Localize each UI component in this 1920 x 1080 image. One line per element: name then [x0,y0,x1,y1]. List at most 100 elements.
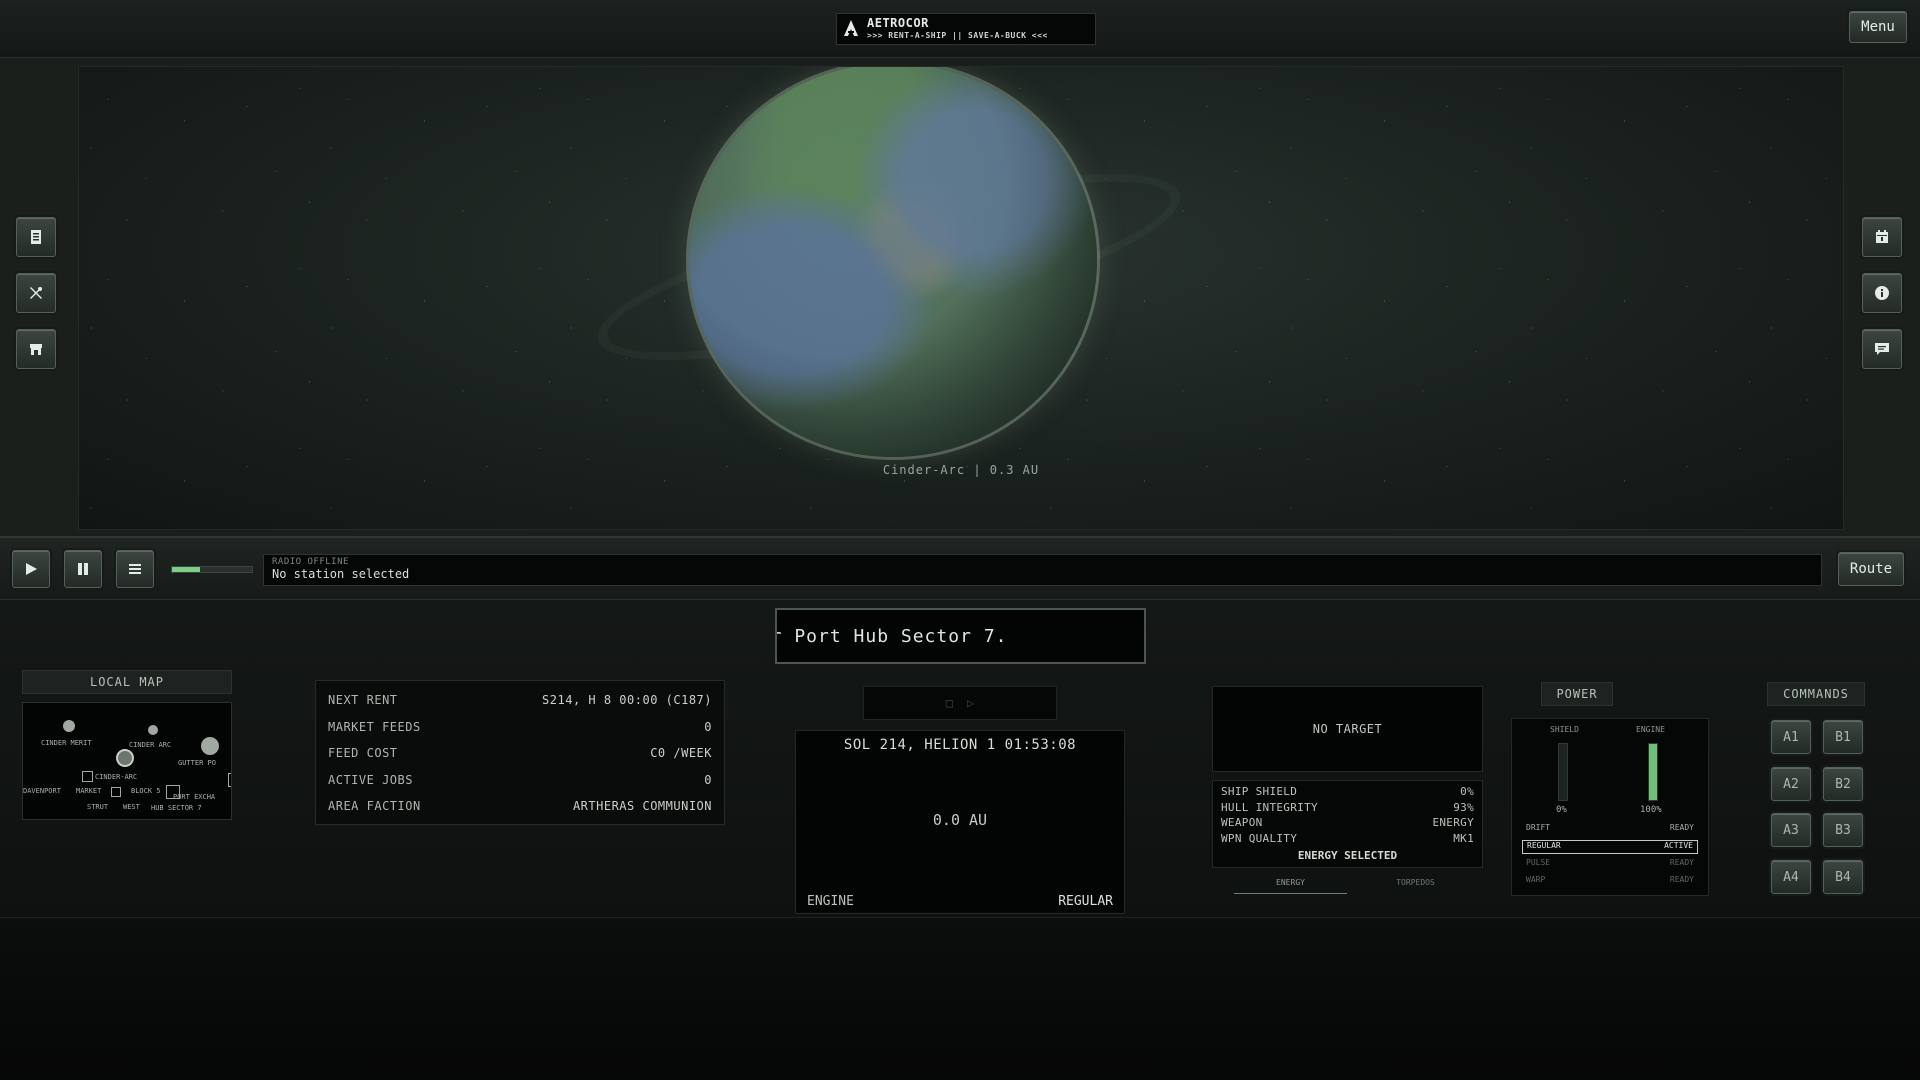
shield-power-pct: 0% [1556,805,1567,815]
pause-button[interactable] [64,550,102,588]
map-station-marker[interactable] [111,787,121,797]
map-label: GUTTER PO [178,759,216,767]
brand-name: AETROCOR [867,16,929,30]
info-label: AREA FACTION [328,799,421,814]
play-button[interactable] [12,550,50,588]
info-row-next-rent: NEXT RENT S214, H 8 00:00 (C187) [328,687,712,714]
map-label: CINDER ARC [129,741,172,749]
map-label: CINDER MERIT [41,739,92,747]
shop-icon [30,344,42,355]
info-label: ACTIVE JOBS [328,772,413,787]
map-label: HUB SECTOR 7 [151,804,202,812]
shield-power-bar[interactable] [1558,743,1568,801]
command-a3-button[interactable]: A3 [1771,813,1811,847]
planet-shading [689,67,1097,457]
ship-label: WEAPON [1221,816,1263,829]
info-icon [1875,286,1889,300]
calendar-button[interactable] [1862,217,1902,257]
mode-name: DRIFT [1526,823,1551,832]
tools-button[interactable] [16,273,56,313]
pause-icon [78,563,88,575]
chat-button[interactable] [1862,329,1902,369]
map-node-cinder-merit[interactable] [63,720,75,732]
info-value: 0 [704,719,712,734]
info-value: ARTHERAS COMMUNION [572,799,712,814]
mode-name: PULSE [1526,858,1551,867]
navigation-display: SOL 214, HELION 1 01:53:08 0.0 AU ENGINE… [795,730,1125,914]
weapon-selected-status: ENERGY SELECTED [1297,849,1398,862]
map-node-cinder-arc[interactable] [148,725,158,735]
camera-icon: □ [945,696,953,710]
command-b3-button[interactable]: B3 [1823,813,1863,847]
ship-row: WEAPON ENERGY [1221,816,1474,832]
play-icon [26,563,37,575]
map-station-marker[interactable] [228,773,231,787]
engine-power-bar[interactable] [1648,743,1658,801]
ship-value: ENERGY [1432,816,1474,829]
shield-power-label: SHIELD [1550,725,1579,734]
command-b2-button[interactable]: B2 [1823,767,1863,801]
tab-energy[interactable]: ENERGY [1234,876,1347,894]
engine-mode-regular[interactable]: REGULAR ACTIVE [1522,840,1698,854]
info-button[interactable] [1862,273,1902,313]
engine-mode-pulse[interactable]: PULSE READY [1522,858,1698,872]
playlist-button[interactable] [116,550,154,588]
ship-label: SHIP SHIELD [1221,785,1298,798]
mode-status: READY [1669,875,1694,884]
engine-mode-drift[interactable]: DRIFT READY [1522,823,1698,837]
ticker-text: ear Port Hub Sector 7. [777,625,1008,647]
shop-button[interactable] [16,329,56,369]
info-row-feed-cost: FEED COST C0 /WEEK [328,740,712,767]
local-map[interactable]: CINDER MERIT CINDER ARC GUTTER PO CINDER… [22,702,232,820]
radio-status: RADIO OFFLINE [272,557,349,567]
command-a4-button[interactable]: A4 [1771,860,1811,894]
chat-icon [1875,343,1889,355]
commands-title: COMMANDS [1767,682,1865,706]
radio-display: RADIO OFFLINE No station selected [263,554,1822,586]
list-icon [129,564,141,574]
map-label: STRUT [87,803,109,811]
camera-toggle[interactable]: □ ▷ [863,686,1057,720]
map-node-current[interactable] [116,749,134,767]
map-label: CINDER-ARC [95,773,138,781]
ship-row: SHIP SHIELD 0% [1221,785,1474,801]
menu-button[interactable]: Menu [1849,11,1907,43]
engine-mode-warp[interactable]: WARP READY [1522,875,1698,889]
tab-torpedos[interactable]: TORPEDOS [1359,876,1472,894]
info-row-active-jobs: ACTIVE JOBS 0 [328,767,712,794]
command-b1-button[interactable]: B1 [1823,720,1863,754]
space-viewport: Cinder-Arc | 0.3 AU [78,66,1844,530]
ship-value: 0% [1460,785,1474,798]
info-value: S214, H 8 00:00 (C187) [542,693,712,708]
planet-label: Cinder-Arc | 0.3 AU [882,463,1040,477]
info-label: NEXT RENT [328,693,398,708]
map-label: PORT EXCHA [173,793,216,801]
brand-banner: AETROCOR >>> RENT-A-SHIP || SAVE-A-BUCK … [836,13,1096,45]
document-button[interactable] [16,217,56,257]
info-label: MARKET FEEDS [328,719,421,734]
command-a1-button[interactable]: A1 [1771,720,1811,754]
distance-readout: 0.0 AU [932,811,988,829]
mode-name: WARP [1526,875,1546,884]
info-value: C0 /WEEK [650,746,712,761]
map-node-gutter-port[interactable] [201,737,219,755]
aetrocor-logo-icon [843,19,861,39]
ship-label: WPN QUALITY [1221,831,1298,845]
target-display[interactable]: NO TARGET [1212,686,1483,772]
news-ticker: ear Port Hub Sector 7. [775,608,1146,664]
command-a2-button[interactable]: A2 [1771,767,1811,801]
info-label: FEED COST [328,746,398,761]
volume-slider[interactable] [171,566,253,573]
map-label: WEST [123,803,140,811]
dashboard: ear Port Hub Sector 7. LOCAL MAP CINDER … [0,600,1920,918]
speaker-icon: ▷ [967,696,975,710]
power-panel: SHIELD ENGINE 0% 100% DRIFT READY REGULA… [1511,718,1709,896]
power-title: POWER [1541,682,1613,706]
controls-bar: RADIO OFFLINE No station selected Route [0,538,1920,600]
engine-power-fill [1649,744,1657,800]
engine-mode: REGULAR [1058,894,1113,909]
map-station-marker[interactable] [82,771,93,782]
ship-row: WPN QUALITY MK1 [1221,832,1474,848]
command-b4-button[interactable]: B4 [1823,860,1863,894]
route-button[interactable]: Route [1838,552,1904,586]
